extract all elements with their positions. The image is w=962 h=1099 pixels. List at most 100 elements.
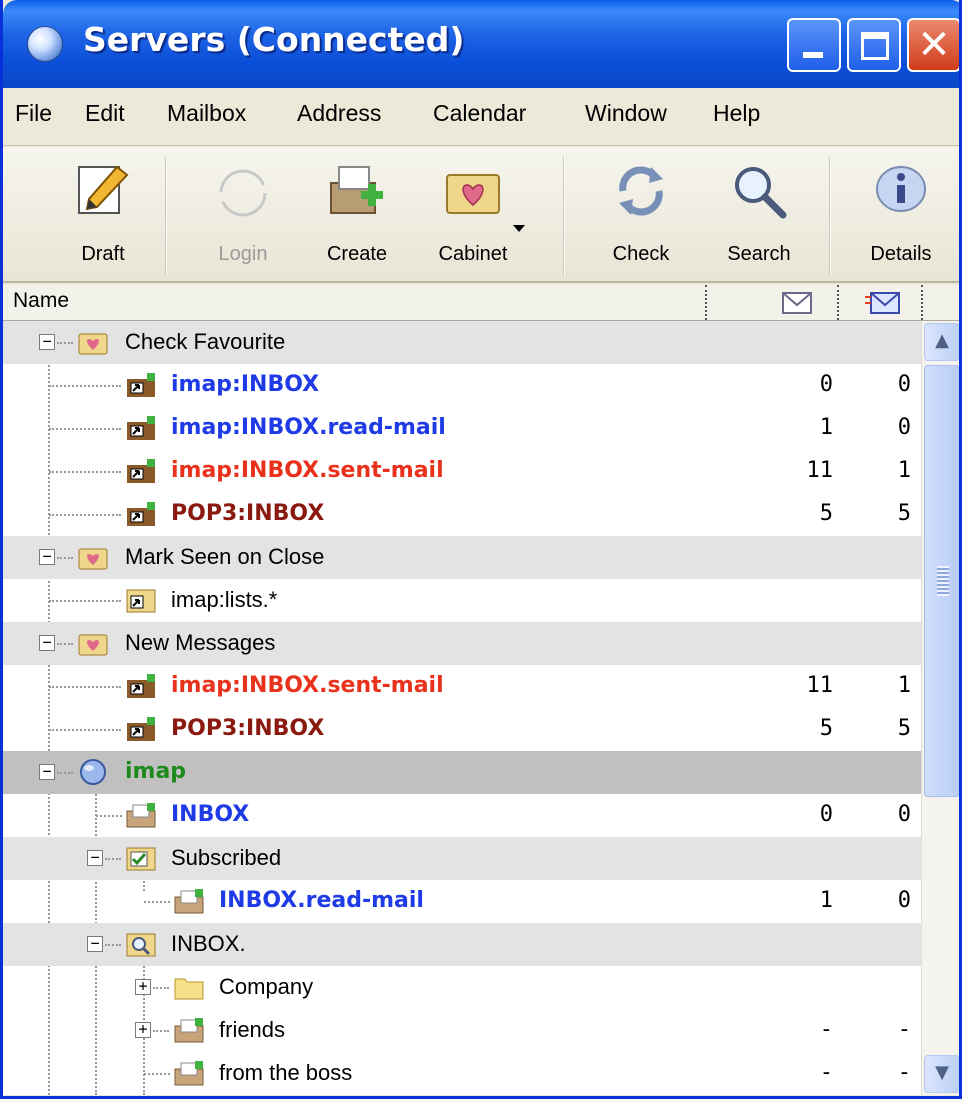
globe-icon: [80, 759, 106, 785]
total-messages-icon[interactable]: [779, 287, 819, 317]
total-count: 1: [819, 888, 833, 913]
tree-group-new-messages[interactable]: − New Messages: [3, 622, 921, 665]
tree-group-mark-seen[interactable]: − Mark Seen on Close: [3, 536, 921, 579]
tree-label: Check Favourite: [125, 329, 286, 354]
menu-edit[interactable]: Edit: [85, 100, 125, 127]
collapse-toggle[interactable]: −: [39, 635, 55, 651]
menu-window[interactable]: Window: [585, 100, 667, 127]
tree-connector: [57, 772, 73, 774]
chevron-down-icon[interactable]: [513, 225, 525, 232]
search-button[interactable]: Search: [709, 155, 809, 279]
check-button[interactable]: Check: [591, 155, 691, 279]
menu-bar: File Edit Mailbox Address Calendar Windo…: [3, 88, 959, 146]
collapse-toggle[interactable]: −: [87, 850, 103, 866]
tree-connector: [57, 643, 73, 645]
menu-mailbox[interactable]: Mailbox: [167, 100, 246, 127]
tree-row[interactable]: POP3:INBOX 5 5: [3, 708, 921, 751]
collapse-toggle[interactable]: −: [39, 334, 55, 350]
close-button[interactable]: ✕: [907, 18, 959, 72]
shortcut-mailbox-icon: [127, 674, 155, 698]
scroll-up-button[interactable]: ▲: [924, 323, 959, 361]
chevron-down-icon: ▼: [935, 1062, 949, 1083]
login-icon: [219, 169, 267, 217]
tree-label: imap:INBOX.sent-mail: [171, 673, 444, 698]
tree-row[interactable]: + friends - -: [3, 1009, 921, 1052]
tree-row[interactable]: imap:INBOX.sent-mail 11 1: [3, 450, 921, 493]
draft-button[interactable]: Draft: [53, 155, 153, 279]
column-divider[interactable]: [705, 285, 708, 320]
tree-label: INBOX.: [171, 931, 246, 956]
tree-label: imap: [125, 759, 187, 784]
create-button[interactable]: Create: [307, 155, 407, 279]
name-column-header[interactable]: Name: [13, 289, 69, 313]
menu-calendar[interactable]: Calendar: [433, 100, 526, 127]
tree-row[interactable]: imap:lists.*: [3, 579, 921, 622]
shortcut-mailbox-icon: [127, 416, 155, 440]
menu-help[interactable]: Help: [713, 100, 760, 127]
expand-toggle[interactable]: +: [135, 979, 151, 995]
tree-label: INBOX: [171, 802, 250, 827]
collapse-toggle[interactable]: −: [39, 549, 55, 565]
create-label: Create: [326, 243, 388, 265]
search-folder-icon: [126, 933, 156, 957]
collapse-toggle[interactable]: −: [39, 764, 55, 780]
tree-connector: [153, 1030, 169, 1032]
tree-label: Subscribed: [171, 845, 282, 870]
tree-connector: [49, 385, 121, 387]
shortcut-mailbox-icon: [127, 717, 155, 741]
total-count: -: [819, 1017, 833, 1042]
details-button[interactable]: Details: [851, 155, 951, 279]
shortcut-folder-icon: [126, 589, 156, 613]
total-count: 5: [819, 716, 833, 741]
minimize-icon: [803, 52, 823, 58]
server-tree: − Check Favourite imap:INBOX 0 0 imap:IN…: [3, 321, 921, 1095]
checkbox-folder-icon: [126, 847, 156, 871]
tree-row[interactable]: imap:INBOX.read-mail 1 0: [3, 407, 921, 450]
tree-row[interactable]: from the boss - -: [3, 1052, 921, 1095]
total-count: 11: [806, 673, 834, 698]
vertical-scrollbar[interactable]: ▲ ▼: [921, 321, 959, 1095]
column-divider[interactable]: [837, 285, 840, 320]
tree-label: POP3:INBOX: [171, 716, 325, 741]
tree-server-imap[interactable]: − imap: [3, 751, 921, 794]
tree-row[interactable]: INBOX.read-mail 1 0: [3, 880, 921, 923]
tree-label: INBOX.read-mail: [219, 888, 424, 913]
login-button[interactable]: Login: [193, 155, 293, 279]
tree-label: from the boss: [219, 1060, 353, 1085]
maximize-button[interactable]: [847, 18, 901, 72]
minimize-button[interactable]: [787, 18, 841, 72]
new-count: 0: [897, 802, 911, 827]
menu-file[interactable]: File: [15, 100, 52, 127]
tree-row[interactable]: + Company: [3, 966, 921, 1009]
servers-window: Servers (Connected) ✕ File Edit Mailbox …: [0, 0, 962, 1099]
tree-row[interactable]: imap:INBOX.sent-mail 11 1: [3, 665, 921, 708]
tree-group-inbox-dot[interactable]: − INBOX.: [3, 923, 921, 966]
details-label: Details: [870, 243, 932, 265]
expand-toggle[interactable]: +: [135, 1022, 151, 1038]
tree-label: imap:INBOX.sent-mail: [171, 458, 444, 483]
scroll-down-button[interactable]: ▼: [924, 1055, 959, 1093]
cabinet-button[interactable]: Cabinet: [423, 155, 525, 279]
mailbox-icon: [174, 1018, 204, 1043]
tree-row[interactable]: INBOX 0 0: [3, 794, 921, 837]
pencil-icon: [78, 165, 129, 214]
tree-row[interactable]: POP3:INBOX 5 5: [3, 493, 921, 536]
check-mail-icon: [619, 166, 663, 216]
column-divider[interactable]: [921, 285, 924, 320]
menu-address[interactable]: Address: [297, 100, 381, 127]
tree-label: POP3:INBOX: [171, 501, 325, 526]
chevron-up-icon: ▲: [935, 330, 949, 351]
toolbar: Draft Login Create Cabinet Check Search …: [3, 147, 959, 283]
cabinet-label: Cabinet: [438, 243, 508, 265]
tree-group-check-favourite[interactable]: − Check Favourite: [3, 321, 921, 364]
tree-row[interactable]: imap:INBOX 0 0: [3, 364, 921, 407]
title-bar[interactable]: Servers (Connected) ✕: [3, 0, 959, 88]
scroll-thumb[interactable]: [924, 365, 959, 797]
tree-label: imap:INBOX.read-mail: [171, 415, 446, 440]
create-mailbox-icon: [330, 166, 383, 214]
new-messages-icon[interactable]: [865, 287, 905, 317]
folder-icon: [174, 978, 204, 1000]
tree-connector: [144, 1073, 170, 1075]
tree-group-subscribed[interactable]: − Subscribed: [3, 837, 921, 880]
collapse-toggle[interactable]: −: [87, 936, 103, 952]
